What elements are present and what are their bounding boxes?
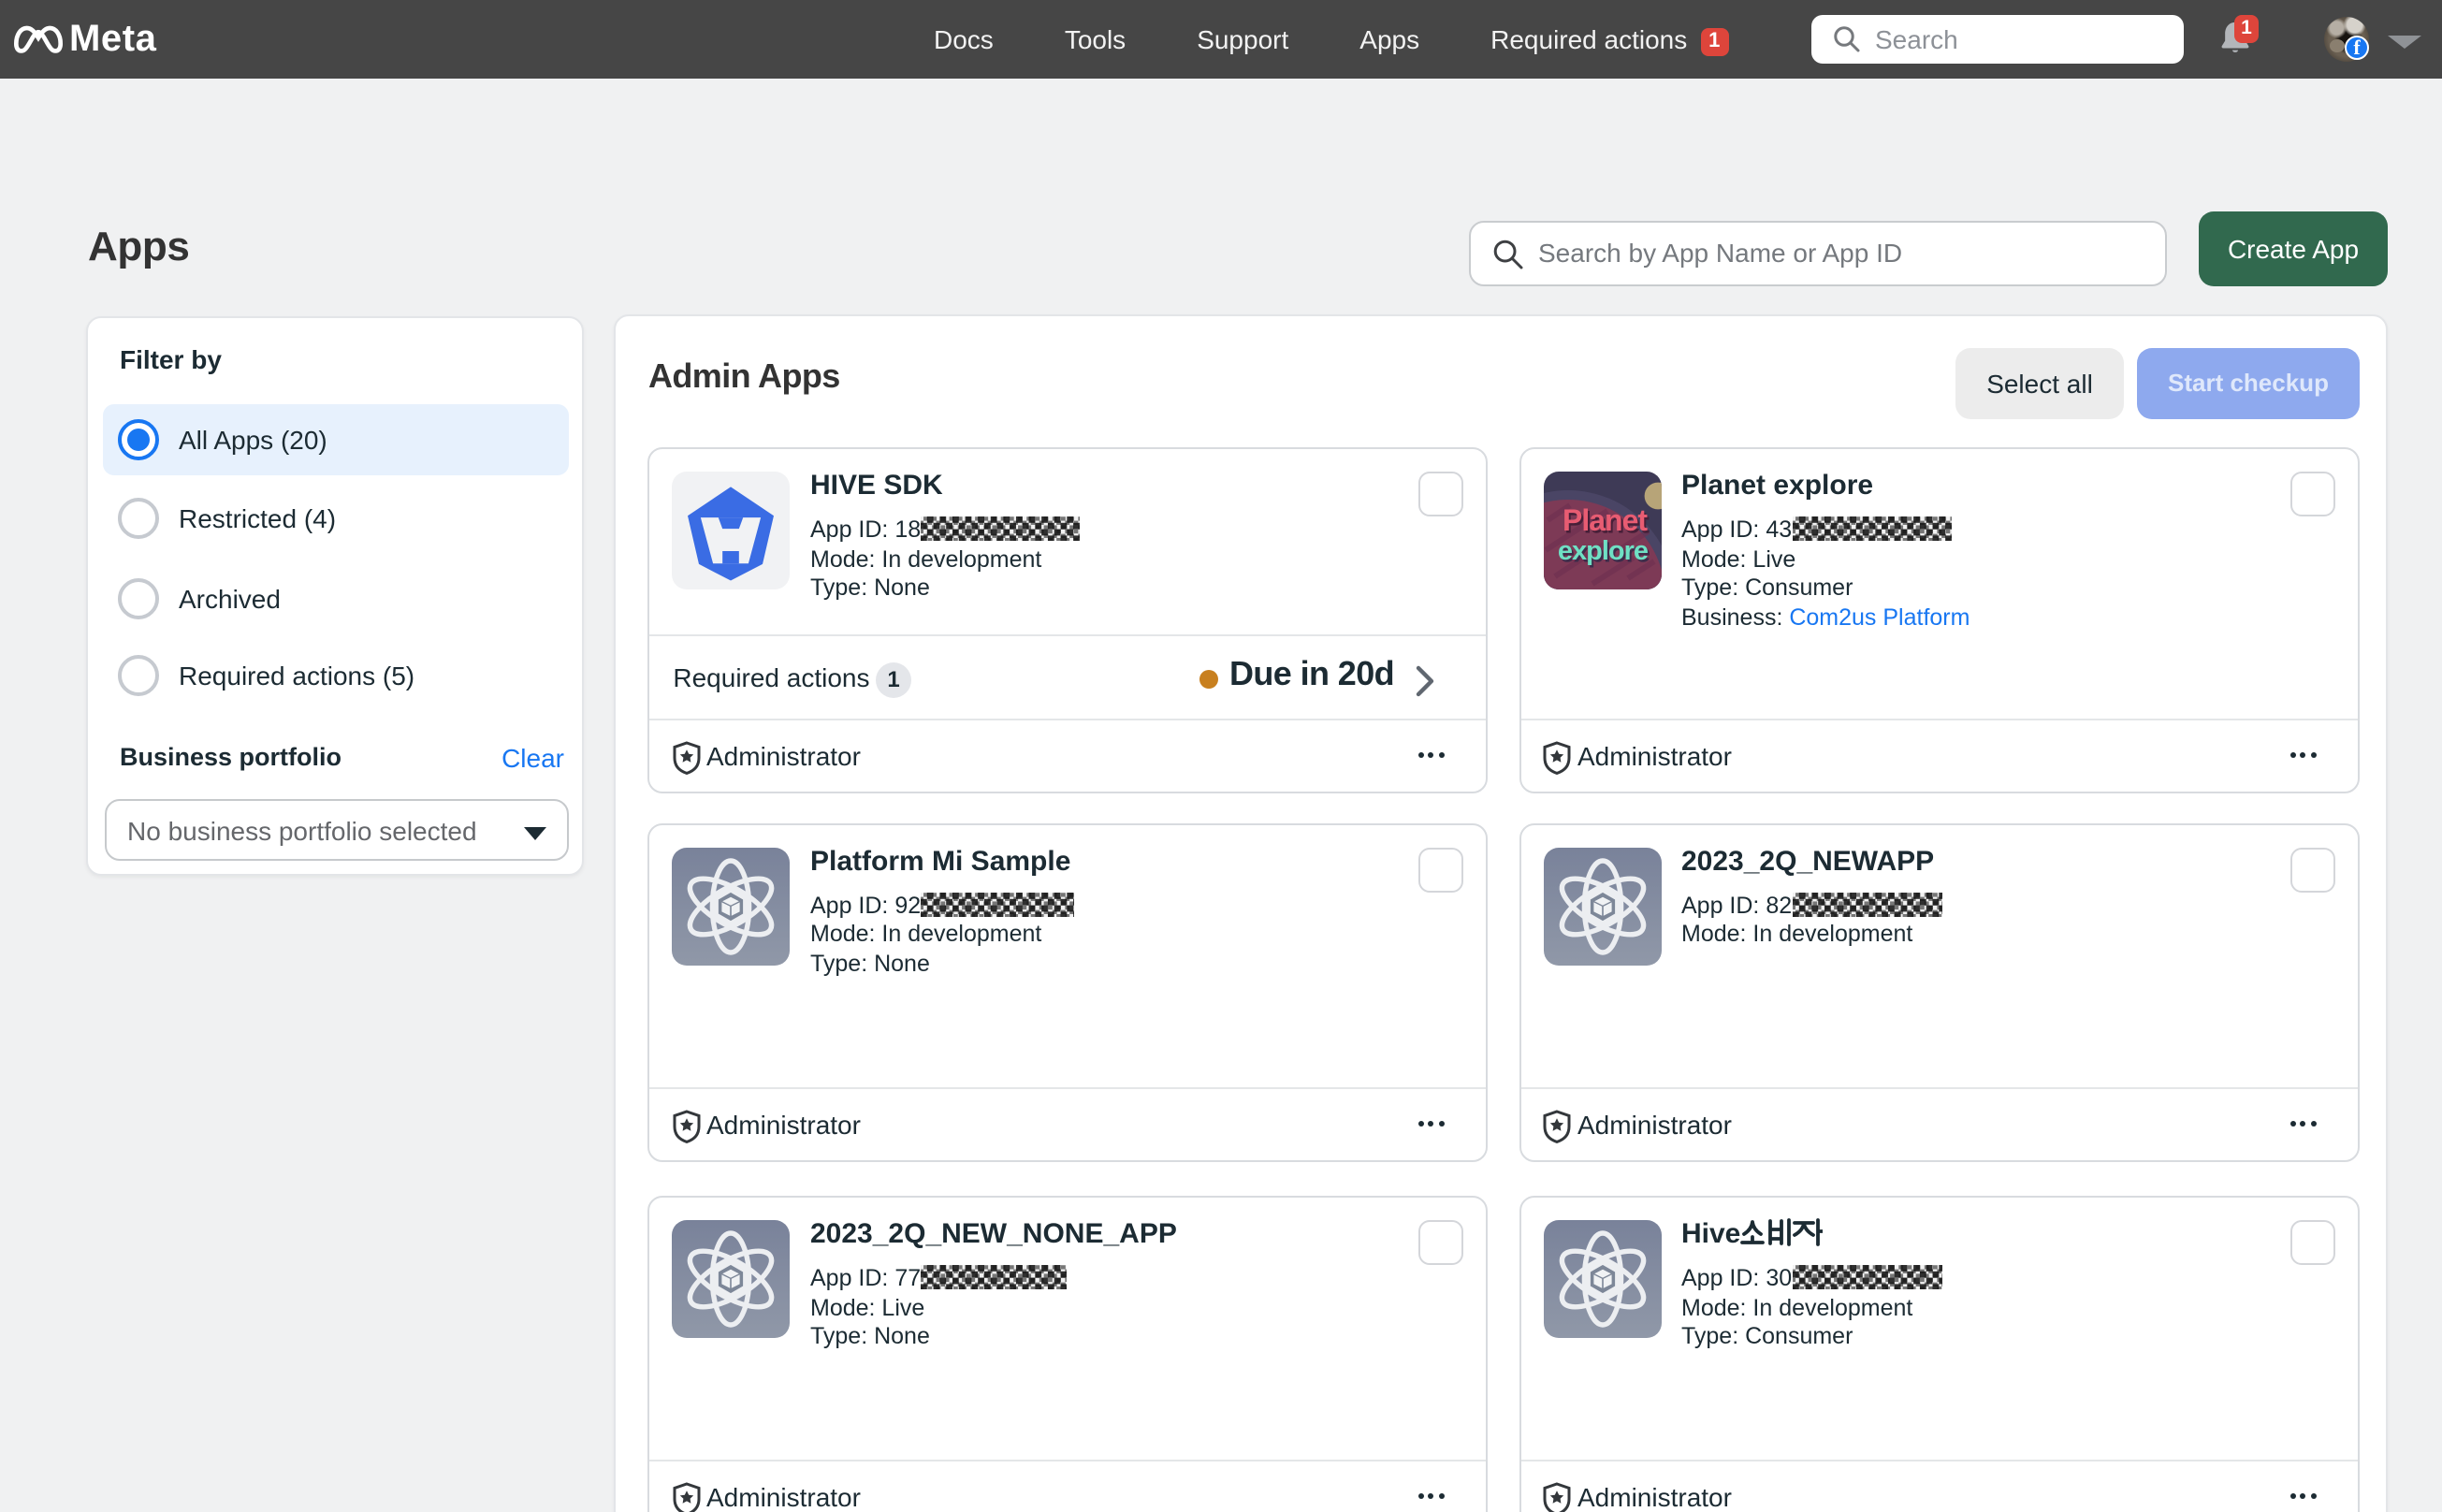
svg-text:explore: explore [1557, 536, 1648, 566]
svg-text:Planet: Planet [1562, 503, 1647, 537]
